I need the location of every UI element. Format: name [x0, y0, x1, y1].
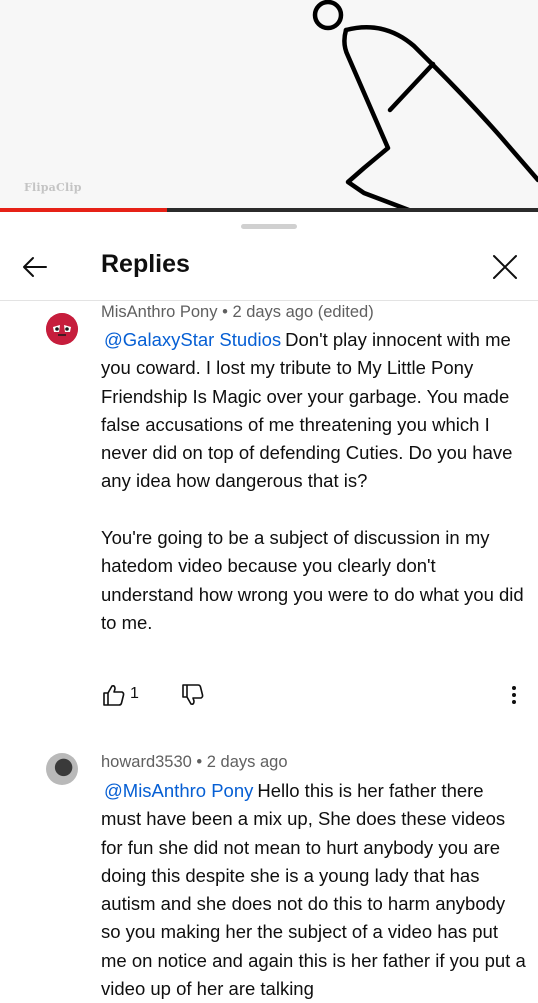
comment-meta: howard3530 • 2 days ago	[101, 753, 288, 772]
flipaclip-watermark: FlipaClip	[24, 181, 82, 194]
replies-sheet: Replies MisAnthro Pony • 2 days ago (edi…	[0, 212, 538, 1000]
drag-handle[interactable]	[241, 224, 297, 229]
arrow-left-icon	[23, 257, 47, 277]
comment-text: @GalaxyStar Studios Don't play innocent w…	[101, 326, 526, 637]
page-title: Replies	[101, 250, 190, 278]
meta-separator: •	[222, 303, 233, 321]
more-options-button[interactable]	[501, 682, 527, 708]
avatar[interactable]	[46, 753, 78, 785]
comment-paragraph: You're going to be a subject of discussi…	[101, 527, 524, 633]
comment-paragraph: Don't play innocent with me you coward. …	[101, 329, 513, 492]
like-button[interactable]	[101, 682, 127, 708]
comment-text: @MisAnthro Pony Hello this is her father …	[101, 777, 526, 1003]
meta-separator: •	[196, 753, 207, 771]
mention-link[interactable]: @MisAnthro Pony	[104, 780, 253, 801]
comment-time: 2 days ago	[206, 753, 288, 771]
comment-meta: MisAnthro Pony • 2 days ago (edited)	[101, 303, 374, 322]
comment-author[interactable]: howard3530	[101, 753, 192, 771]
close-icon	[493, 255, 517, 279]
mention-link[interactable]: @GalaxyStar Studios	[104, 329, 281, 350]
pony-avatar-image	[46, 313, 78, 345]
thumbs-down-icon	[182, 684, 204, 705]
more-vert-icon	[512, 686, 516, 704]
like-count: 1	[130, 685, 139, 702]
thumbs-up-icon	[103, 685, 125, 706]
close-button[interactable]	[486, 248, 524, 286]
avatar[interactable]	[46, 313, 78, 345]
comment-time: 2 days ago (edited)	[232, 303, 374, 321]
sheet-header: Replies	[0, 236, 538, 301]
comment-paragraph: Hello this is her father there must have…	[101, 780, 526, 1000]
comment-author[interactable]: MisAnthro Pony	[101, 303, 217, 321]
video-player[interactable]: FlipaClip	[0, 0, 538, 212]
back-button[interactable]	[16, 248, 54, 286]
comment-actions: 1	[101, 682, 531, 712]
dislike-button[interactable]	[180, 682, 206, 708]
